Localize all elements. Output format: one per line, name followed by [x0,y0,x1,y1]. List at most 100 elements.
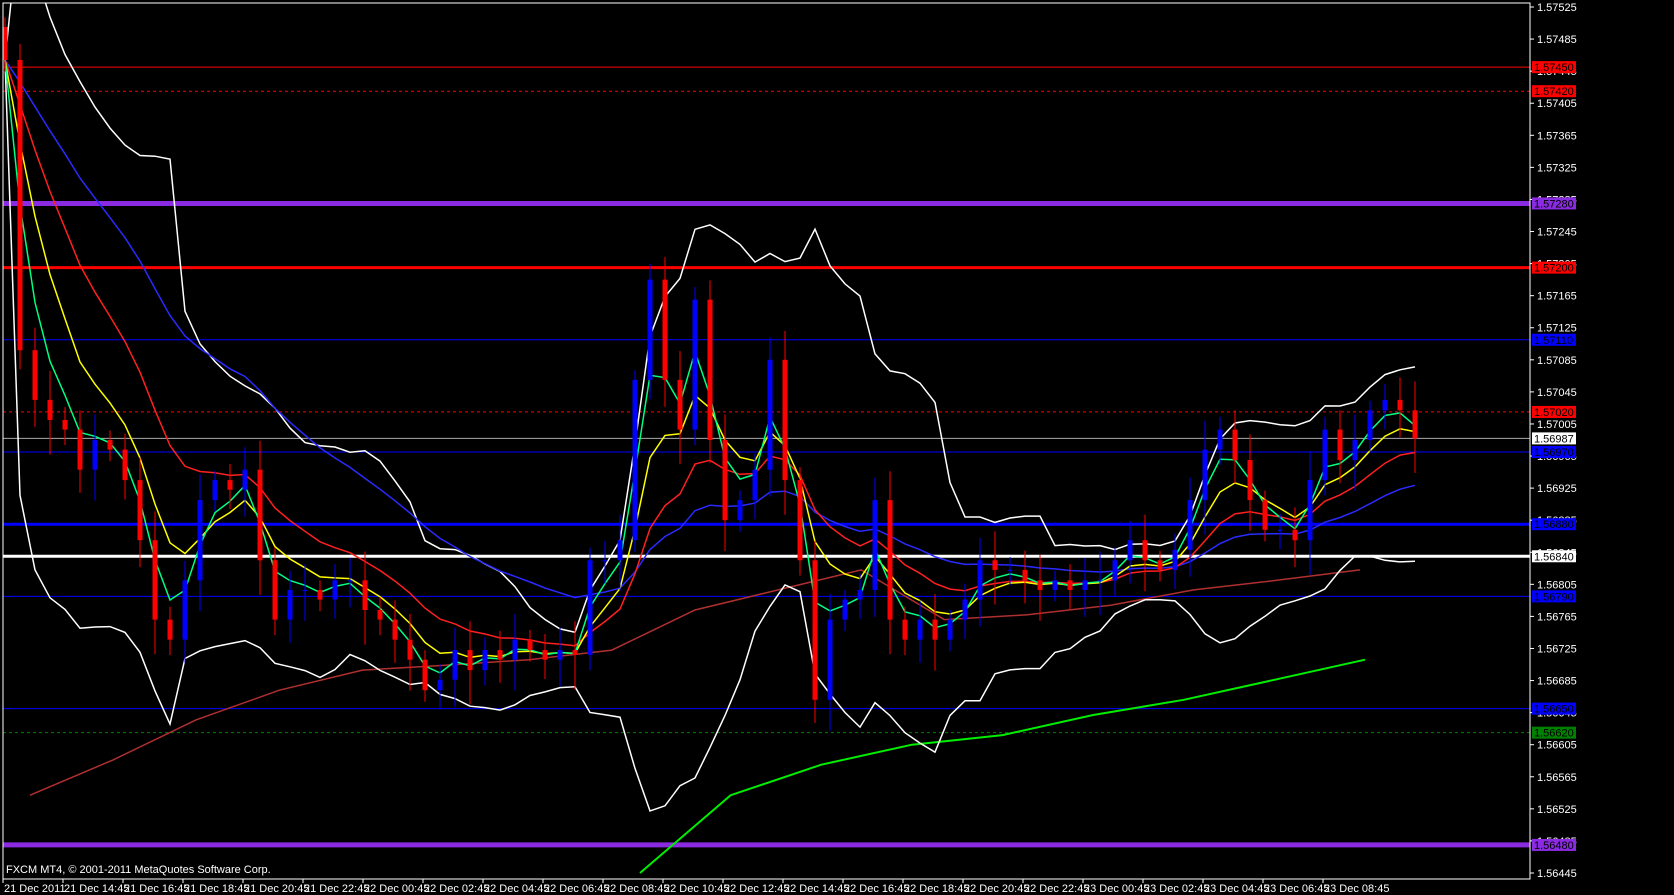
x-tick-label: 21 Dec 14:45 [64,883,129,895]
y-tick-label: 1.56765 [1537,611,1577,623]
candle-body [1292,529,1298,541]
candle-body [1352,439,1358,461]
candle-body [977,560,983,600]
candle-body [542,650,548,660]
candle-body [482,650,488,671]
candle-body [962,599,968,620]
price-tag-label: 1.56970 [1534,447,1574,459]
candle-body [422,659,428,691]
candle-body [1232,429,1238,461]
candle-body [257,469,263,561]
candle-body [557,650,563,660]
y-tick-label: 1.56925 [1537,483,1577,495]
candle-body [407,639,413,660]
candle-body [122,449,128,481]
price-tag-label: 1.57020 [1534,407,1574,419]
candle-body [992,560,998,570]
candle-body [842,599,848,620]
candle-body [737,500,743,521]
candle-body [227,480,233,490]
copyright-text: FXCM MT4, © 2001-2011 MetaQuotes Softwar… [6,864,271,876]
candle-body [362,580,368,610]
y-tick-label: 1.57005 [1537,419,1577,431]
x-tick-label: 21 Dec 22:45 [304,883,369,895]
candle-body [1022,569,1028,581]
y-tick-label: 1.57245 [1537,227,1577,239]
candle-body [692,299,698,430]
x-tick-label: 22 Dec 00:45 [364,883,429,895]
candle-body [632,379,638,541]
candle-body [722,439,728,521]
x-tick-label: 22 Dec 18:45 [904,883,969,895]
x-tick-label: 22 Dec 22:45 [1024,883,1089,895]
candle-body [602,560,608,562]
candle-body [572,650,578,655]
candle-body [857,589,863,600]
y-tick-label: 1.56445 [1537,868,1577,880]
candle-body [107,439,113,450]
x-tick-label: 23 Dec 06:45 [1264,883,1329,895]
price-tag-label: 1.56987 [1534,433,1574,445]
price-tag-label: 1.56790 [1534,591,1574,603]
candle-body [1397,399,1403,411]
candle-body [662,279,668,380]
y-tick-label: 1.56605 [1537,740,1577,752]
candle-body [1412,410,1418,439]
x-tick-label: 22 Dec 16:45 [844,883,909,895]
candle-body [1097,580,1103,582]
price-tag-label: 1.56840 [1534,551,1574,563]
candle-body [317,589,323,600]
price-chart[interactable]: 1.575251.574851.574451.574051.573651.573… [0,0,1674,895]
x-tick-label: 22 Dec 14:45 [784,883,849,895]
x-tick-label: 21 Dec 16:45 [124,883,189,895]
candle-body [377,609,383,620]
candle-body [77,429,83,470]
candle-body [782,359,788,481]
candle-body [812,560,818,700]
price-tag-label: 1.56620 [1534,728,1574,740]
x-tick-label: 22 Dec 08:45 [604,883,669,895]
candle-body [1247,460,1253,501]
candle-body [587,560,593,655]
candle-body [1052,580,1058,590]
candle-body [1082,580,1088,590]
candle-body [62,419,68,430]
candle-body [1217,429,1223,450]
candle-body [1367,410,1373,440]
candle-body [512,639,518,660]
y-tick-label: 1.57165 [1537,291,1577,303]
x-tick-label: 23 Dec 00:45 [1084,883,1149,895]
candle-body [392,619,398,640]
candle-body [32,350,38,400]
y-tick-label: 1.56525 [1537,804,1577,816]
candle-body [872,500,878,590]
x-tick-label: 21 Dec 18:45 [184,883,249,895]
candle-body [272,560,278,620]
candle-body [1262,500,1268,530]
candle-body [467,650,473,671]
candle-body [752,469,758,501]
candle-body [527,639,533,651]
candle-body [1307,480,1313,541]
candle-body [1337,429,1343,461]
candle-body [497,650,503,660]
x-tick-label: 22 Dec 02:45 [424,883,489,895]
x-tick-label: 22 Dec 10:45 [664,883,729,895]
candle-body [1112,560,1118,581]
candle-body [302,589,308,591]
y-tick-label: 1.57405 [1537,98,1577,110]
price-tag-label: 1.56650 [1534,704,1574,716]
y-tick-label: 1.57085 [1537,355,1577,367]
candle-body [1202,449,1208,501]
price-tag-label: 1.56480 [1534,840,1574,852]
price-tag-label: 1.57110 [1534,335,1573,347]
y-tick-label: 1.56565 [1537,772,1577,784]
candle-body [92,439,98,470]
candle-body [1382,399,1388,411]
candle-body [647,279,653,380]
price-tag-label: 1.57200 [1534,263,1574,275]
price-tag-label: 1.57450 [1534,62,1574,74]
x-tick-label: 22 Dec 12:45 [724,883,789,895]
x-tick-label: 23 Dec 04:45 [1204,883,1269,895]
candle-body [797,480,803,561]
